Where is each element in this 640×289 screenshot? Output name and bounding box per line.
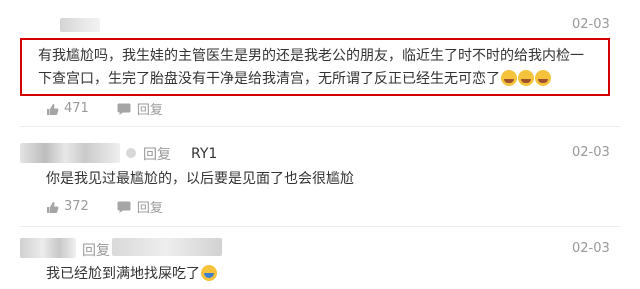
comment-actions: 471 回复 bbox=[46, 99, 163, 118]
comment-actions: 372 回复 bbox=[46, 197, 163, 216]
comment-text: 我已经尬到满地找屎吃了 bbox=[46, 266, 200, 282]
comment-text: 你是我见过最尴尬的，以后要是见面了也会很尴尬 bbox=[46, 171, 354, 187]
blurred-username bbox=[20, 143, 120, 163]
reply-button[interactable]: 回复 bbox=[137, 197, 163, 216]
reply-target: 回复 RY1 bbox=[143, 144, 217, 164]
user-badge-icon bbox=[126, 148, 136, 158]
blurred-username bbox=[60, 18, 100, 32]
blurred-reply-target bbox=[112, 238, 222, 256]
comment-text-line2-body: 下查宫口，生完了胎盘没有干净是给我清宫，无所谓了反正已经生无可恋了 bbox=[38, 71, 500, 87]
comment-date: 02-03 bbox=[572, 241, 610, 256]
reply-to-username[interactable]: RY1 bbox=[191, 146, 217, 162]
thumbs-up-icon[interactable] bbox=[46, 103, 59, 115]
blurred-username bbox=[20, 238, 76, 258]
comment-text-line2: 下查宫口，生完了胎盘没有干净是给我清宫，无所谓了反正已经生无可恋了 bbox=[38, 68, 598, 91]
reply-icon[interactable] bbox=[117, 201, 131, 213]
comment-date: 02-03 bbox=[572, 145, 610, 160]
thumbs-up-icon[interactable] bbox=[46, 201, 59, 213]
laugh-cry-emoji-icon bbox=[535, 70, 551, 86]
crying-emoji-icon bbox=[201, 265, 217, 281]
reply-prefix: 回复 bbox=[82, 243, 110, 259]
comment-date: 02-03 bbox=[572, 17, 610, 32]
laugh-cry-emoji-icon bbox=[501, 70, 517, 86]
top-divider bbox=[0, 0, 640, 4]
comment-text-row: 我已经尬到满地找屎吃了 bbox=[46, 263, 217, 286]
highlighted-comment: 有我尴尬吗，我生娃的主管医生是男的还是我老公的朋友，临近生了时不时的给我内检一 … bbox=[20, 38, 610, 96]
reply-icon[interactable] bbox=[117, 103, 131, 115]
reply-prefix: 回复 bbox=[143, 147, 171, 163]
comment-text-line1: 有我尴尬吗，我生娃的主管医生是男的还是我老公的朋友，临近生了时不时的给我内检一 bbox=[38, 48, 584, 64]
divider bbox=[20, 126, 620, 127]
like-count: 372 bbox=[64, 199, 89, 214]
divider bbox=[20, 226, 620, 227]
laugh-cry-emoji-icon bbox=[518, 70, 534, 86]
reply-button[interactable]: 回复 bbox=[137, 99, 163, 118]
like-count: 471 bbox=[64, 101, 89, 116]
